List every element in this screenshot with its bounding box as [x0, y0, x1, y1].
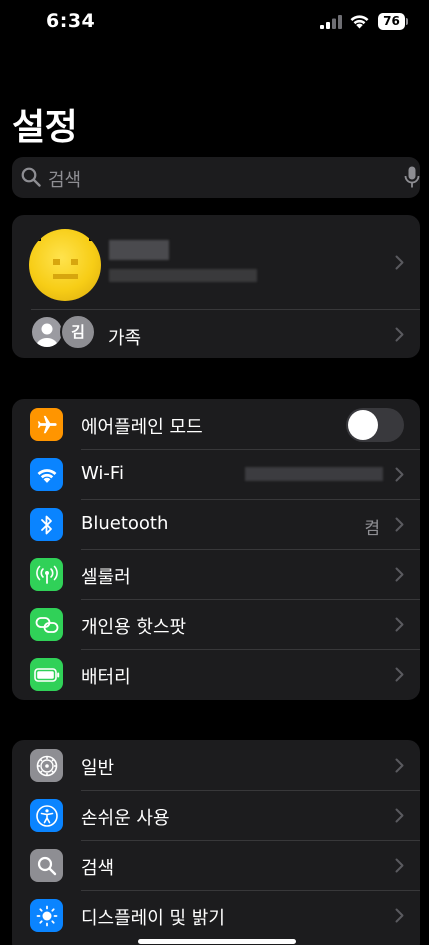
search-icon	[30, 849, 63, 882]
profile-subtitle-redacted	[109, 269, 257, 282]
search-settings-row[interactable]: 검색	[12, 840, 420, 890]
status-bar: 6:34 76	[0, 0, 429, 48]
search-placeholder: 검색	[48, 170, 82, 191]
wifi-icon	[30, 458, 63, 491]
apple-account-row[interactable]	[12, 215, 420, 309]
profile-avatar	[29, 229, 101, 301]
personal-hotspot-label: 개인용 핫스팟	[81, 617, 187, 638]
chevron-right-icon	[395, 667, 404, 682]
bluetooth-icon	[30, 508, 63, 541]
chevron-right-icon	[395, 467, 404, 482]
family-avatar-icon	[30, 315, 64, 349]
airplane-mode-toggle[interactable]	[346, 408, 404, 442]
profile-name-redacted	[109, 240, 169, 260]
airplane-mode-label: 에어플레인 모드	[81, 417, 203, 438]
antenna-icon	[30, 558, 63, 591]
battery-label: 배터리	[81, 667, 131, 688]
accessibility-row[interactable]: 손쉬운 사용	[12, 790, 420, 840]
display-brightness-row[interactable]: 디스플레이 및 밝기	[12, 890, 420, 940]
airplane-icon	[30, 408, 63, 441]
display-brightness-label: 디스플레이 및 밝기	[81, 908, 225, 929]
family-row[interactable]: 김 가족	[12, 310, 420, 358]
cellular-row[interactable]: 셀룰러	[12, 549, 420, 599]
wifi-row[interactable]: Wi-Fi	[12, 449, 420, 499]
link-icon	[30, 608, 63, 641]
cellular-signal-icon	[320, 15, 342, 29]
wifi-label: Wi-Fi	[81, 463, 124, 484]
general-row[interactable]: 일반	[12, 740, 420, 790]
page-title: 설정	[12, 107, 78, 148]
chevron-right-icon	[395, 908, 404, 923]
profile-group: 김 가족	[12, 215, 420, 358]
chevron-right-icon	[395, 567, 404, 582]
search-field[interactable]: 검색	[12, 157, 420, 198]
chevron-right-icon	[395, 858, 404, 873]
gear-icon	[30, 749, 63, 782]
bluetooth-status-value: 켬	[364, 519, 380, 539]
accessibility-label: 손쉬운 사용	[81, 808, 170, 829]
battery-status: 76	[378, 13, 408, 30]
home-indicator[interactable]	[138, 939, 296, 944]
accessibility-icon	[30, 799, 63, 832]
microphone-icon[interactable]	[404, 166, 420, 189]
chevron-right-icon	[395, 617, 404, 632]
battery-level: 76	[378, 13, 405, 30]
status-time: 6:34	[46, 10, 96, 32]
search-settings-label: 검색	[81, 858, 115, 879]
personal-hotspot-row[interactable]: 개인용 핫스팟	[12, 599, 420, 649]
cellular-label: 셀룰러	[81, 567, 131, 588]
airplane-mode-row[interactable]: 에어플레인 모드	[12, 399, 420, 449]
sun-icon	[30, 899, 63, 932]
chevron-right-icon	[395, 327, 404, 342]
family-label: 가족	[108, 328, 142, 349]
battery-row[interactable]: 배터리	[12, 649, 420, 700]
bluetooth-row[interactable]: Bluetooth 켬	[12, 499, 420, 549]
general-group: 일반 손쉬운 사용 검색 디스플레이 및 밝기	[12, 740, 420, 945]
general-label: 일반	[81, 758, 115, 779]
chevron-right-icon	[395, 255, 404, 270]
chevron-right-icon	[395, 808, 404, 823]
bluetooth-label: Bluetooth	[81, 513, 169, 534]
wifi-status-icon	[350, 15, 369, 29]
family-member-avatar: 김	[60, 314, 96, 350]
wifi-network-redacted	[245, 467, 383, 481]
chevron-right-icon	[395, 517, 404, 532]
connectivity-group: 에어플레인 모드 Wi-Fi Bluetooth 켬 셀룰러 개인용 핫스팟 배…	[12, 399, 420, 700]
search-icon	[21, 167, 41, 187]
chevron-right-icon	[395, 758, 404, 773]
battery-icon	[30, 658, 63, 691]
